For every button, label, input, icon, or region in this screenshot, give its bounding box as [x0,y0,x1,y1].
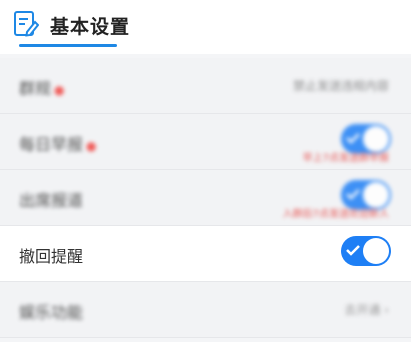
settings-list: 群规 ● 禁止发送违规内容 每日早报 ● 早上7点发送群早报 出席报道 入群后7点发… [0,58,411,338]
setting-row-daily-report: 每日早报 ● 早上7点发送群早报 [0,114,411,170]
setting-label: 娱乐功能 [19,303,84,322]
section-title: 基本设置 [50,16,131,38]
recall-reminder-toggle[interactable] [341,236,391,266]
check-icon [346,133,360,144]
setting-note: 早上7点发送群早报 [302,153,389,164]
setting-label: 出席报道 [19,191,84,210]
setting-value: 禁止发送违规内容 [292,79,389,93]
setting-row-group-rules[interactable]: 群规 ● 禁止发送违规内容 [0,58,411,114]
setting-row-attendance: 出席报道 入群后7点发送欢迎新人 [0,170,411,226]
edit-document-icon [14,11,39,37]
setting-note: 入群后7点发送欢迎新人 [282,209,389,220]
check-icon [346,189,360,200]
enable-link[interactable]: 去开通 › [344,301,389,318]
setting-label: 群规 ● [19,79,65,98]
required-mark-icon: ● [54,83,65,97]
check-icon [346,245,360,256]
title-underline [19,44,117,47]
toggle-knob [363,238,389,264]
setting-label: 每日早报 ● [19,135,97,154]
chevron-right-icon: › [380,303,389,317]
required-mark-icon: ● [86,139,97,153]
setting-row-recall-reminder: 撤回提醒 [0,226,411,282]
setting-row-entertainment[interactable]: 娱乐功能 去开通 › [0,282,411,338]
section-header: 基本设置 [0,0,411,54]
setting-label: 撤回提醒 [19,247,84,266]
